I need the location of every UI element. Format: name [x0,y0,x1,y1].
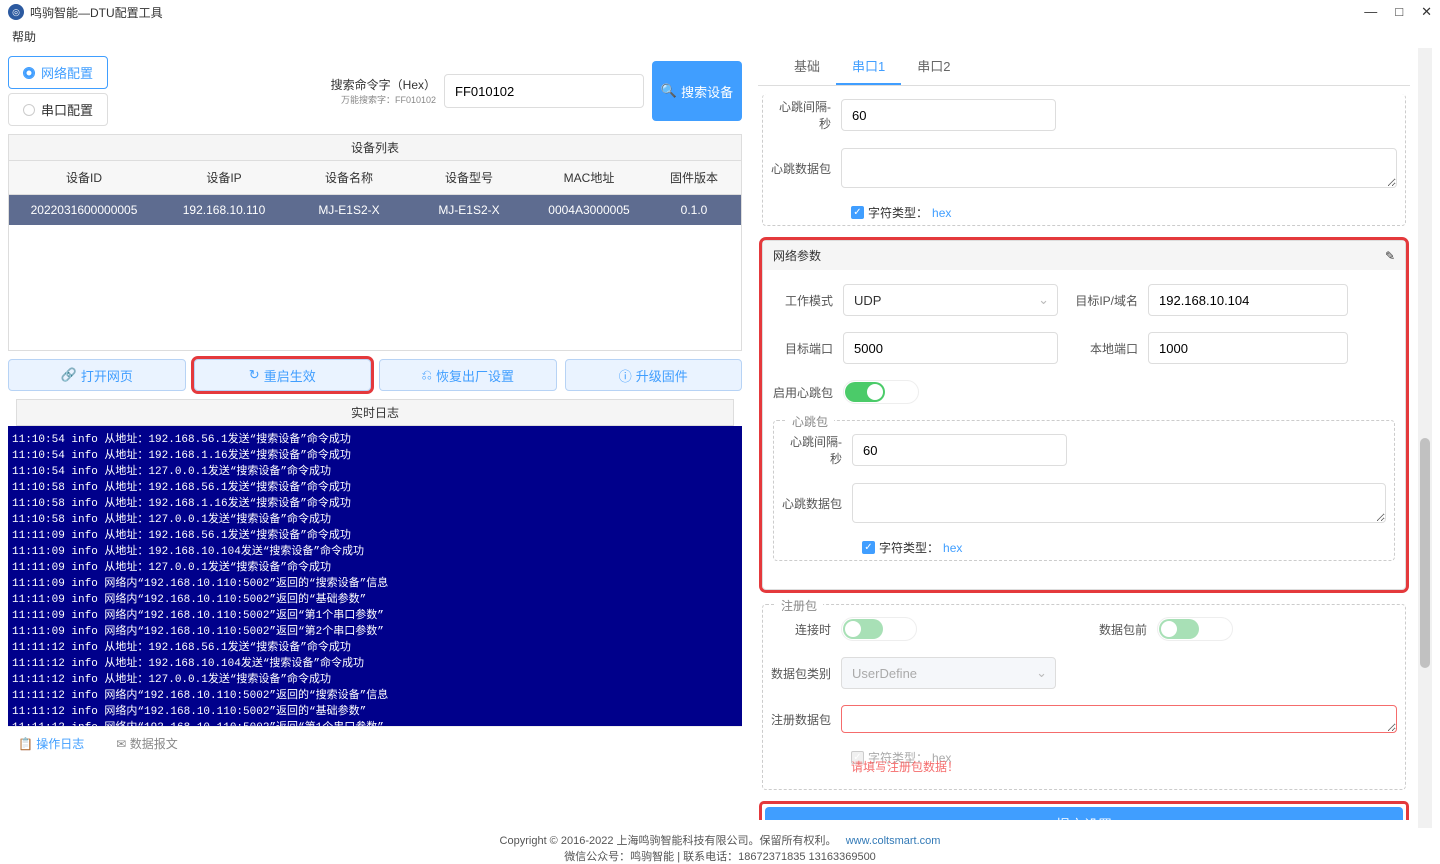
search-button[interactable]: 🔍 搜索设备 [652,61,742,121]
radio-serial-config[interactable]: 串口配置 [8,93,108,126]
heartbeat-top-fieldset: 心跳间隔-秒 心跳数据包 ✓ 字符类型： hex [762,94,1406,226]
hb-interval-input[interactable] [841,99,1056,131]
edit-icon[interactable]: ✎ [1385,249,1395,263]
radio-dot-icon [23,104,35,116]
register-data-input[interactable] [841,705,1397,733]
work-mode-select[interactable]: UDP⌄ [843,284,1058,316]
upgrade-icon: ⓘ [619,366,632,385]
link-icon: 🔗 [61,367,77,383]
search-label: 搜索命令字（Hex） [331,76,436,93]
register-error-text: 请填写注册包数据！ [771,758,1397,775]
package-type-select[interactable]: UserDefine⌄ [841,657,1056,689]
upgrade-button[interactable]: ⓘ升级固件 [565,359,743,391]
col-name: 设备名称 [289,161,409,194]
tab-basic[interactable]: 基础 [778,48,836,85]
hb-data-input[interactable] [841,148,1397,188]
tab-serial1[interactable]: 串口1 [836,48,901,85]
log-content: 11:10:54 info 从地址：192.168.56.1发送“搜索设备”命令… [8,426,742,726]
reboot-button[interactable]: ↻重启生效 [194,359,372,391]
footer-link[interactable]: www.coltsmart.com [846,835,941,847]
col-model: 设备型号 [409,161,529,194]
refresh-icon: ↻ [249,367,260,383]
device-table: 设备ID 设备IP 设备名称 设备型号 MAC地址 固件版本 202203160… [8,161,742,351]
maximize-icon[interactable]: □ [1395,4,1403,20]
radio-network-config[interactable]: 网络配置 [8,56,108,89]
right-tabs: 基础 串口1 串口2 [758,48,1410,86]
log-header: 实时日志 [16,399,734,426]
col-id: 设备ID [9,161,159,194]
local-port-input[interactable] [1148,332,1348,364]
col-fw: 固件版本 [649,161,739,194]
hb-interval-label: 心跳间隔-秒 [771,98,841,132]
submit-button[interactable]: 提交设置 [765,807,1403,820]
enable-heartbeat-toggle[interactable] [845,382,885,402]
device-list-header: 设备列表 [8,134,742,161]
log-tab-operation[interactable]: 📋 操作日志 [10,733,92,754]
log-tab-data[interactable]: ✉ 数据报文 [108,733,185,754]
table-row[interactable]: 2022031600000005 192.168.10.110 MJ-E1S2-… [9,195,741,225]
on-connect-toggle[interactable] [843,619,883,639]
tab-serial2[interactable]: 串口2 [901,48,966,85]
net-hb-data-input[interactable] [852,483,1386,523]
network-params-panel: 网络参数 ✎ 工作模式 UDP⌄ 目标IP/域名 [762,240,1406,590]
checkbox-icon[interactable]: ✓ [862,541,875,554]
target-port-input[interactable] [843,332,1058,364]
open-web-button[interactable]: 🔗打开网页 [8,359,186,391]
footer: Copyright © 2016-2022 上海鸣驹智能科技有限公司。保留所有权… [0,828,1440,860]
heartbeat-fieldset: 心跳包 心跳间隔-秒 心跳数据包 ✓ 字符类型： [773,420,1395,561]
right-scrollbar[interactable] [1418,48,1432,828]
factory-icon: ⎌ [422,367,432,383]
menubar: 帮助 [0,24,1440,48]
titlebar: ◎ 鸣驹智能—DTU配置工具 — □ ✕ [0,0,1440,24]
app-logo-icon: ◎ [8,4,24,20]
checkbox-icon[interactable]: ✓ [851,206,864,219]
minimize-icon[interactable]: — [1364,4,1377,20]
window-title: 鸣驹智能—DTU配置工具 [30,4,163,21]
search-hint: 万能搜索字：FF010102 [331,93,436,106]
search-input[interactable] [444,74,644,108]
close-icon[interactable]: ✕ [1421,4,1432,20]
chevron-down-icon: ⌄ [1036,665,1047,681]
hb-data-label: 心跳数据包 [771,160,841,177]
menu-help[interactable]: 帮助 [12,28,36,45]
factory-reset-button[interactable]: ⎌恢复出厂设置 [379,359,557,391]
register-fieldset: 注册包 连接时 数据包前 数据包类别 UserDefine⌄ [762,604,1406,790]
radio-dot-icon [23,67,35,79]
net-hb-interval-input[interactable] [852,434,1067,466]
col-mac: MAC地址 [529,161,649,194]
submit-highlight: 提交设置 [762,804,1406,820]
pre-data-toggle[interactable] [1159,619,1199,639]
chevron-down-icon: ⌄ [1038,292,1049,308]
target-ip-input[interactable] [1148,284,1348,316]
col-ip: 设备IP [159,161,289,194]
panel-title: 网络参数 [773,247,821,264]
search-icon: 🔍 [661,83,677,99]
